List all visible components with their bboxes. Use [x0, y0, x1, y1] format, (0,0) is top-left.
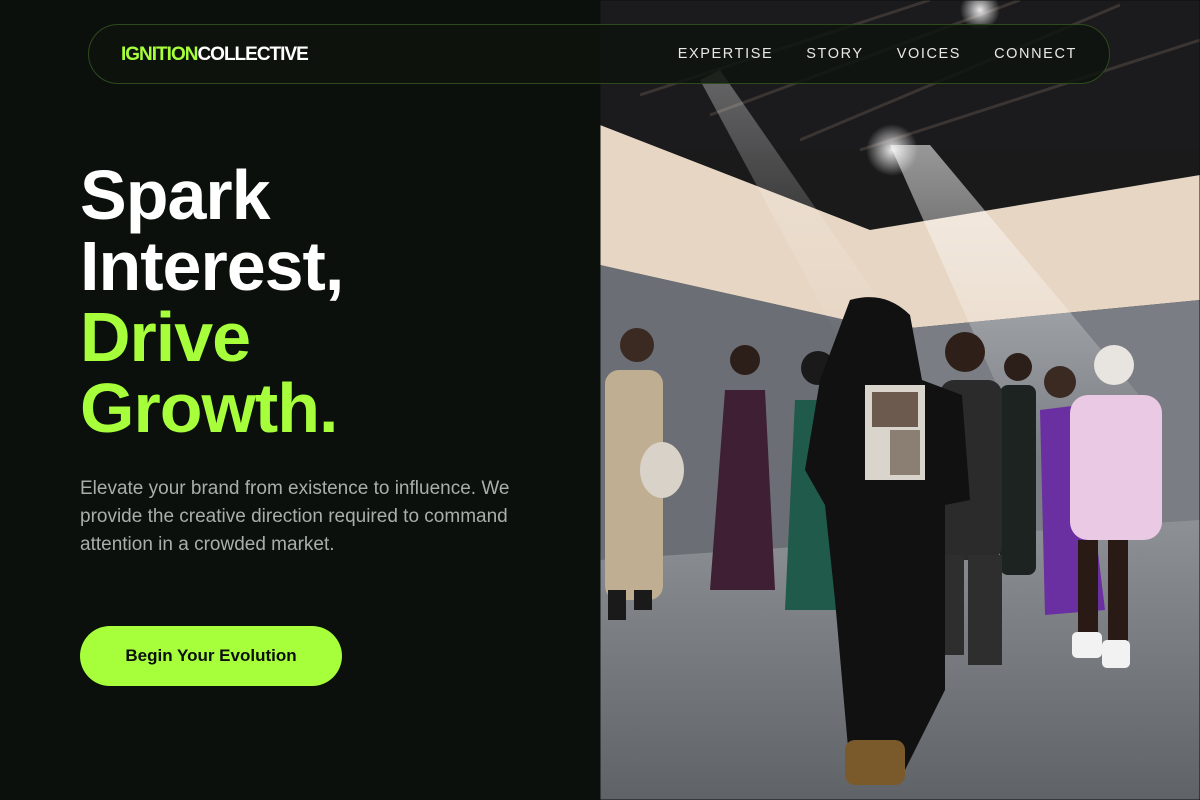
- hero-headline: Spark Interest, Drive Growth.: [80, 156, 344, 447]
- nav-link-story[interactable]: STORY: [806, 46, 863, 62]
- nav-links: EXPERTISE STORY VOICES CONNECT: [678, 46, 1077, 62]
- top-navbar: IGNITIONCOLLECTIVE EXPERTISE STORY VOICE…: [88, 24, 1110, 84]
- headline-line-3: Drive: [80, 298, 251, 376]
- hero-photo: [600, 0, 1200, 800]
- nav-link-expertise[interactable]: EXPERTISE: [678, 46, 774, 62]
- brand-logo[interactable]: IGNITIONCOLLECTIVE: [121, 44, 309, 66]
- begin-evolution-button[interactable]: Begin Your Evolution: [80, 626, 342, 686]
- hero-subtext: Elevate your brand from existence to inf…: [80, 478, 510, 555]
- hero-left-panel: Spark Interest, Drive Growth. Elevate yo…: [0, 0, 600, 800]
- headline-line-2: Interest,: [80, 227, 344, 305]
- nav-link-voices[interactable]: VOICES: [897, 46, 961, 62]
- brand-name-main: COLLECTIVE: [197, 44, 308, 65]
- headline-line-1: Spark: [80, 156, 271, 234]
- headline-line-4: Growth.: [80, 369, 338, 447]
- nav-link-connect[interactable]: CONNECT: [994, 46, 1077, 62]
- landing-page: Spark Interest, Drive Growth. Elevate yo…: [0, 0, 1200, 800]
- brand-name-accent: IGNITION: [121, 44, 198, 65]
